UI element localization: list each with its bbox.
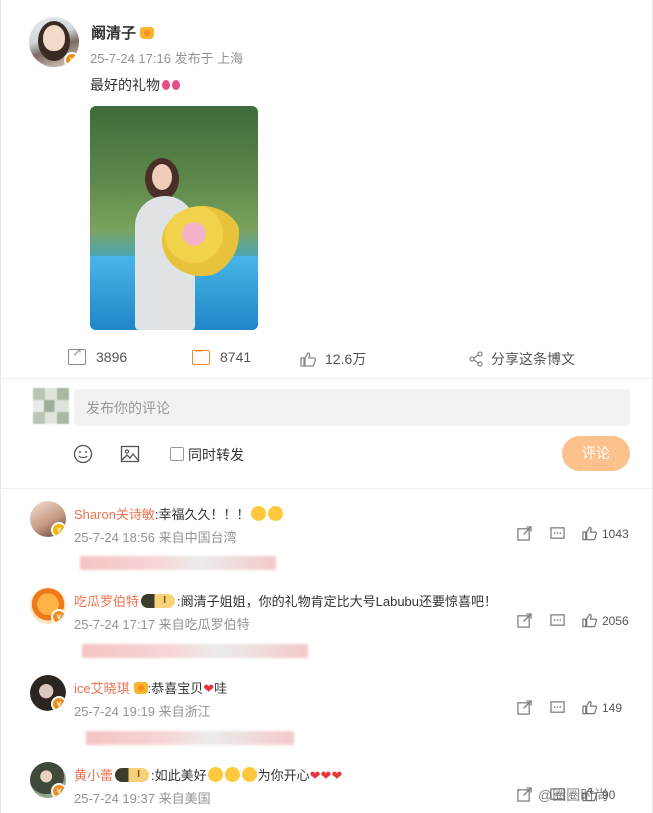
commenter-name[interactable]: ice艾晓琪 bbox=[74, 681, 130, 696]
comment-avatar[interactable]: v bbox=[30, 501, 66, 537]
submit-comment-button[interactable]: 评论 bbox=[562, 436, 630, 471]
comment-like-count: 149 bbox=[602, 700, 623, 715]
vip-badge-icon bbox=[115, 768, 150, 782]
thumbs-up-icon bbox=[582, 613, 597, 628]
image-icon[interactable] bbox=[120, 444, 140, 464]
comment-input[interactable] bbox=[74, 389, 630, 426]
comment-text-tail: 哇 bbox=[214, 681, 228, 696]
emoji-icon[interactable] bbox=[73, 444, 93, 464]
love-eyes-emoji-icon bbox=[207, 767, 223, 782]
post-text: 最好的礼物 bbox=[90, 75, 180, 95]
post-meta: 25-7-24 17:16 发布于 上海 bbox=[90, 51, 244, 66]
avatar-face bbox=[43, 25, 65, 51]
comment: 吃瓜罗伯特 :阚清子姐姐，你的礼物肯定比大号Labubu还要惊喜吧！ bbox=[74, 591, 497, 610]
comment-text: :恭喜宝贝 bbox=[147, 681, 204, 696]
share-icon bbox=[468, 351, 484, 367]
love-eyes-emoji-icon bbox=[224, 767, 240, 782]
comment: 黄小蕾 :如此美好 为你开心❤❤❤ bbox=[74, 765, 342, 784]
comment-meta: 25-7-24 19:37 来自美国 bbox=[74, 791, 211, 806]
comment-avatar[interactable]: v bbox=[30, 762, 66, 798]
bow-icon bbox=[162, 79, 180, 91]
comment-text: :阚清子姐姐，你的礼物肯定比大号Labubu还要惊喜吧！ bbox=[177, 594, 498, 609]
like-button[interactable]: 12.6万 bbox=[300, 349, 366, 369]
thumbs-up-icon bbox=[300, 351, 316, 367]
crown-icon bbox=[140, 27, 155, 39]
repost-checkbox[interactable] bbox=[170, 447, 184, 461]
comment-text-tail: 为你开心 bbox=[257, 768, 310, 783]
repost-button[interactable]: 3896 bbox=[68, 345, 127, 365]
watermark: @圈圈时尚 bbox=[538, 787, 609, 803]
repost-icon bbox=[68, 345, 86, 365]
post-author-avatar[interactable]: v bbox=[29, 17, 79, 67]
blurred-reply bbox=[80, 556, 276, 570]
hug-emoji-icon bbox=[250, 506, 266, 521]
comment: Sharon关诗敏:幸福久久！！！ bbox=[74, 504, 284, 523]
comment-like-button[interactable]: 2056 bbox=[582, 613, 629, 628]
crown-icon bbox=[133, 682, 148, 694]
verified-icon: v bbox=[64, 52, 79, 67]
thumbs-up-icon bbox=[582, 700, 597, 715]
love-eyes-emoji-icon bbox=[241, 767, 257, 782]
divider bbox=[0, 488, 651, 489]
blurred-reply bbox=[82, 644, 308, 658]
verified-icon: v bbox=[51, 783, 66, 798]
verified-icon: v bbox=[51, 609, 66, 624]
comment-text: :如此美好 bbox=[151, 768, 207, 783]
vip-badge-icon bbox=[141, 594, 176, 608]
repost-checkbox-label[interactable]: 同时转发 bbox=[188, 445, 244, 465]
commenter-name[interactable]: 黄小蕾 bbox=[74, 768, 113, 783]
heart-icon: ❤ bbox=[203, 681, 215, 696]
comment-meta: 25-7-24 17:17 来自吃瓜罗伯特 bbox=[74, 617, 250, 632]
heart-icon: ❤❤❤ bbox=[309, 768, 343, 783]
share-post-button[interactable]: 分享这条博文 bbox=[468, 349, 575, 369]
blurred-reply bbox=[86, 731, 294, 745]
current-user-avatar bbox=[33, 388, 69, 424]
comment-repost-icon[interactable] bbox=[517, 787, 532, 802]
post-photo[interactable] bbox=[90, 106, 258, 330]
post-author-name[interactable]: 阚清子 bbox=[91, 22, 155, 43]
comment-button[interactable]: 8741 bbox=[192, 346, 251, 365]
comment-like-count: 2056 bbox=[602, 613, 629, 628]
comment-repost-icon[interactable] bbox=[517, 700, 532, 715]
comment-like-button[interactable]: 1043 bbox=[582, 526, 629, 541]
comment-reply-icon[interactable] bbox=[550, 700, 565, 715]
photo-face bbox=[152, 164, 172, 190]
comment-like-button[interactable]: 149 bbox=[582, 700, 622, 715]
thumbs-up-icon bbox=[582, 526, 597, 541]
commenter-name[interactable]: 吃瓜罗伯特 bbox=[74, 594, 139, 609]
photo-bouquet bbox=[162, 206, 242, 276]
comment-repost-icon[interactable] bbox=[517, 613, 532, 628]
comment-reply-icon[interactable] bbox=[550, 526, 565, 541]
comment-meta: 25-7-24 18:56 来自中国台湾 bbox=[74, 530, 237, 545]
hug-emoji-icon bbox=[267, 506, 283, 521]
comment-text: :幸福久久！！！ bbox=[154, 507, 250, 522]
comment-like-count: 1043 bbox=[602, 526, 629, 541]
comment: ice艾晓琪 :恭喜宝贝❤哇 bbox=[74, 678, 227, 697]
verified-icon: v bbox=[51, 696, 66, 711]
verified-icon: v bbox=[51, 522, 66, 537]
comment-avatar[interactable]: v bbox=[30, 588, 66, 624]
commenter-name[interactable]: Sharon关诗敏 bbox=[74, 507, 155, 522]
comment-reply-icon[interactable] bbox=[550, 613, 565, 628]
comment-avatar[interactable]: v bbox=[30, 675, 66, 711]
comment-icon bbox=[192, 346, 210, 365]
comment-repost-icon[interactable] bbox=[517, 526, 532, 541]
comment-meta: 25-7-24 19:19 来自浙江 bbox=[74, 704, 211, 719]
divider bbox=[0, 378, 651, 379]
